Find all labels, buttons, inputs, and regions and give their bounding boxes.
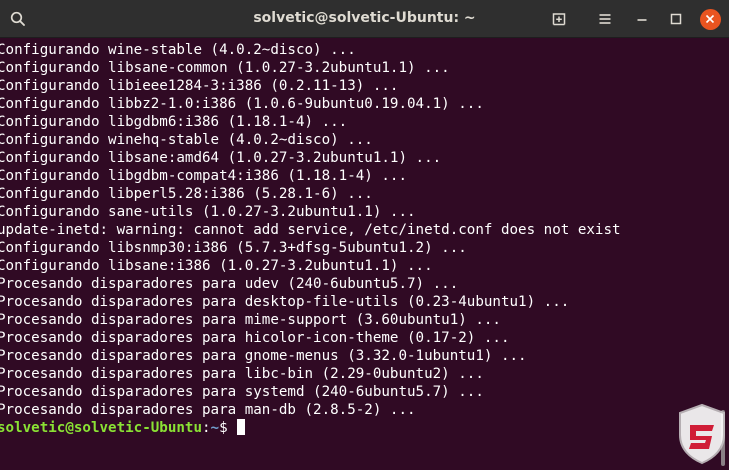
output-line: Configurando winehq-stable (4.0.2~disco)… bbox=[0, 132, 373, 148]
output-line: Configurando libsane-common (1.0.27-3.2u… bbox=[0, 60, 450, 76]
output-line: Procesando disparadores para man-db (2.8… bbox=[0, 402, 416, 418]
header-bar: solvetic@solvetic-Ubuntu: ~ bbox=[0, 0, 729, 38]
prompt-user-host: solvetic@solvetic-Ubuntu bbox=[0, 420, 202, 436]
output-line: Configurando sane-utils (1.0.27-3.2ubunt… bbox=[0, 204, 416, 220]
output-line: Configurando libsnmp30:i386 (5.7.3+dfsg-… bbox=[0, 240, 467, 256]
maximize-button[interactable] bbox=[664, 7, 688, 31]
terminal-output[interactable]: Configurando wine-stable (4.0.2~disco) .… bbox=[0, 38, 718, 470]
menu-icon bbox=[599, 14, 611, 24]
minimize-icon bbox=[637, 19, 647, 21]
close-icon bbox=[705, 14, 715, 24]
prompt-colon: : bbox=[202, 420, 211, 436]
output-line: Configurando wine-stable (4.0.2~disco) .… bbox=[0, 42, 356, 58]
maximize-icon bbox=[670, 13, 682, 25]
output-line: Procesando disparadores para desktop-fil… bbox=[0, 294, 570, 310]
terminal-window: solvetic@solvetic-Ubuntu: ~ Configurando… bbox=[0, 0, 729, 470]
output-line: Configurando libperl5.28:i386 (5.28.1-6)… bbox=[0, 186, 373, 202]
watermark-logo-icon bbox=[679, 403, 725, 465]
output-line: Configurando libbz2-1.0:i386 (1.0.6-9ubu… bbox=[0, 96, 484, 112]
minimize-button[interactable] bbox=[630, 7, 654, 31]
output-line: Procesando disparadores para libc-bin (2… bbox=[0, 366, 484, 382]
output-line: Configurando libsane:amd64 (1.0.27-3.2ub… bbox=[0, 150, 442, 166]
output-line: Procesando disparadores para udev (240-6… bbox=[0, 276, 459, 292]
new-tab-icon bbox=[552, 13, 566, 26]
output-line: Procesando disparadores para gnome-menus… bbox=[0, 348, 527, 364]
close-button[interactable] bbox=[698, 7, 722, 31]
window-title: solvetic@solvetic-Ubuntu: ~ bbox=[253, 10, 476, 26]
output-line: Configurando libieee1284-3:i386 (0.2.11-… bbox=[0, 78, 399, 94]
prompt-line[interactable]: solvetic@solvetic-Ubuntu:~$ bbox=[0, 419, 621, 437]
output-line: Procesando disparadores para systemd (24… bbox=[0, 384, 484, 400]
menu-button[interactable] bbox=[593, 7, 617, 31]
output-line: Procesando disparadores para hicolor-ico… bbox=[0, 330, 510, 346]
output-lines: Configurando wine-stable (4.0.2~disco) .… bbox=[0, 41, 621, 437]
new-tab-button[interactable] bbox=[547, 7, 571, 31]
output-line: Configurando libgdbm-compat4:i386 (1.18.… bbox=[0, 168, 407, 184]
output-line: update-inetd: warning: cannot add servic… bbox=[0, 222, 621, 238]
close-button-circle bbox=[699, 8, 721, 30]
output-line: Configurando libgdbm6:i386 (1.18.1-4) ..… bbox=[0, 114, 348, 130]
output-line: Configurando libsane:i386 (1.0.27-3.2ubu… bbox=[0, 258, 433, 274]
output-line: Procesando disparadores para mime-suppor… bbox=[0, 312, 501, 328]
text-cursor bbox=[237, 419, 246, 435]
prompt-path: ~ bbox=[210, 420, 220, 436]
prompt-symbol: $ bbox=[219, 420, 237, 436]
